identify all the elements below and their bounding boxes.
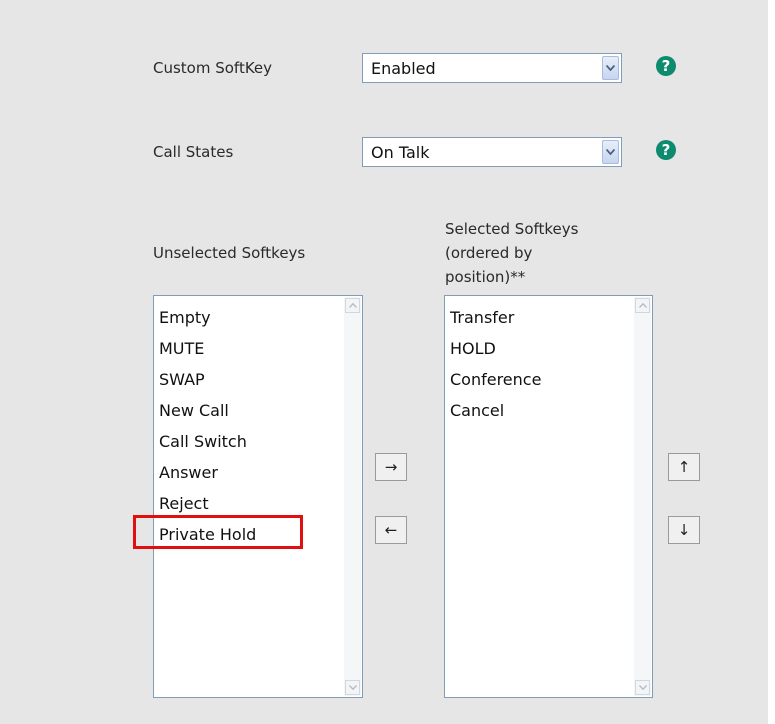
chevron-down-icon[interactable] — [602, 56, 619, 80]
highlight-box — [133, 515, 303, 549]
selected-title-line: Selected Softkeys — [445, 220, 579, 238]
help-icon[interactable]: ? — [656, 56, 676, 76]
list-item[interactable]: Transfer — [450, 302, 541, 333]
scroll-down-icon[interactable] — [635, 680, 650, 695]
list-item[interactable]: Conference — [450, 364, 541, 395]
call-states-value: On Talk — [371, 143, 430, 162]
custom-softkey-value: Enabled — [371, 59, 436, 78]
chevron-down-icon[interactable] — [602, 140, 619, 164]
call-states-label: Call States — [153, 143, 234, 161]
custom-softkey-label: Custom SoftKey — [153, 59, 273, 77]
help-icon[interactable]: ? — [656, 140, 676, 160]
unselected-softkeys-list[interactable]: Empty MUTE SWAP New Call Call Switch Ans… — [153, 295, 363, 698]
selected-softkeys-title: Selected Softkeys (ordered by position)*… — [445, 217, 578, 289]
custom-softkey-select[interactable]: Enabled — [362, 53, 622, 83]
list-item[interactable]: Cancel — [450, 395, 541, 426]
scrollbar[interactable] — [634, 297, 651, 696]
list-item[interactable]: MUTE — [159, 333, 256, 364]
scroll-down-icon[interactable] — [345, 680, 360, 695]
list-item[interactable]: Answer — [159, 457, 256, 488]
selected-softkeys-list[interactable]: Transfer HOLD Conference Cancel — [444, 295, 653, 698]
list-item[interactable]: New Call — [159, 395, 256, 426]
list-item[interactable]: Empty — [159, 302, 256, 333]
call-states-select[interactable]: On Talk — [362, 137, 622, 167]
move-down-button[interactable]: ↓ — [668, 516, 700, 544]
move-up-button[interactable]: ↑ — [668, 453, 700, 481]
scroll-up-icon[interactable] — [345, 298, 360, 313]
list-item[interactable]: Call Switch — [159, 426, 256, 457]
scrollbar[interactable] — [344, 297, 361, 696]
settings-panel: Custom SoftKey Enabled ? Call States On … — [0, 0, 768, 724]
move-right-button[interactable]: → — [375, 453, 407, 481]
scroll-up-icon[interactable] — [635, 298, 650, 313]
unselected-softkeys-title: Unselected Softkeys — [153, 244, 306, 262]
list-item[interactable]: HOLD — [450, 333, 541, 364]
move-left-button[interactable]: ← — [375, 516, 407, 544]
selected-title-line: position)** — [445, 268, 526, 286]
selected-title-line: (ordered by — [445, 244, 533, 262]
list-item[interactable]: SWAP — [159, 364, 256, 395]
